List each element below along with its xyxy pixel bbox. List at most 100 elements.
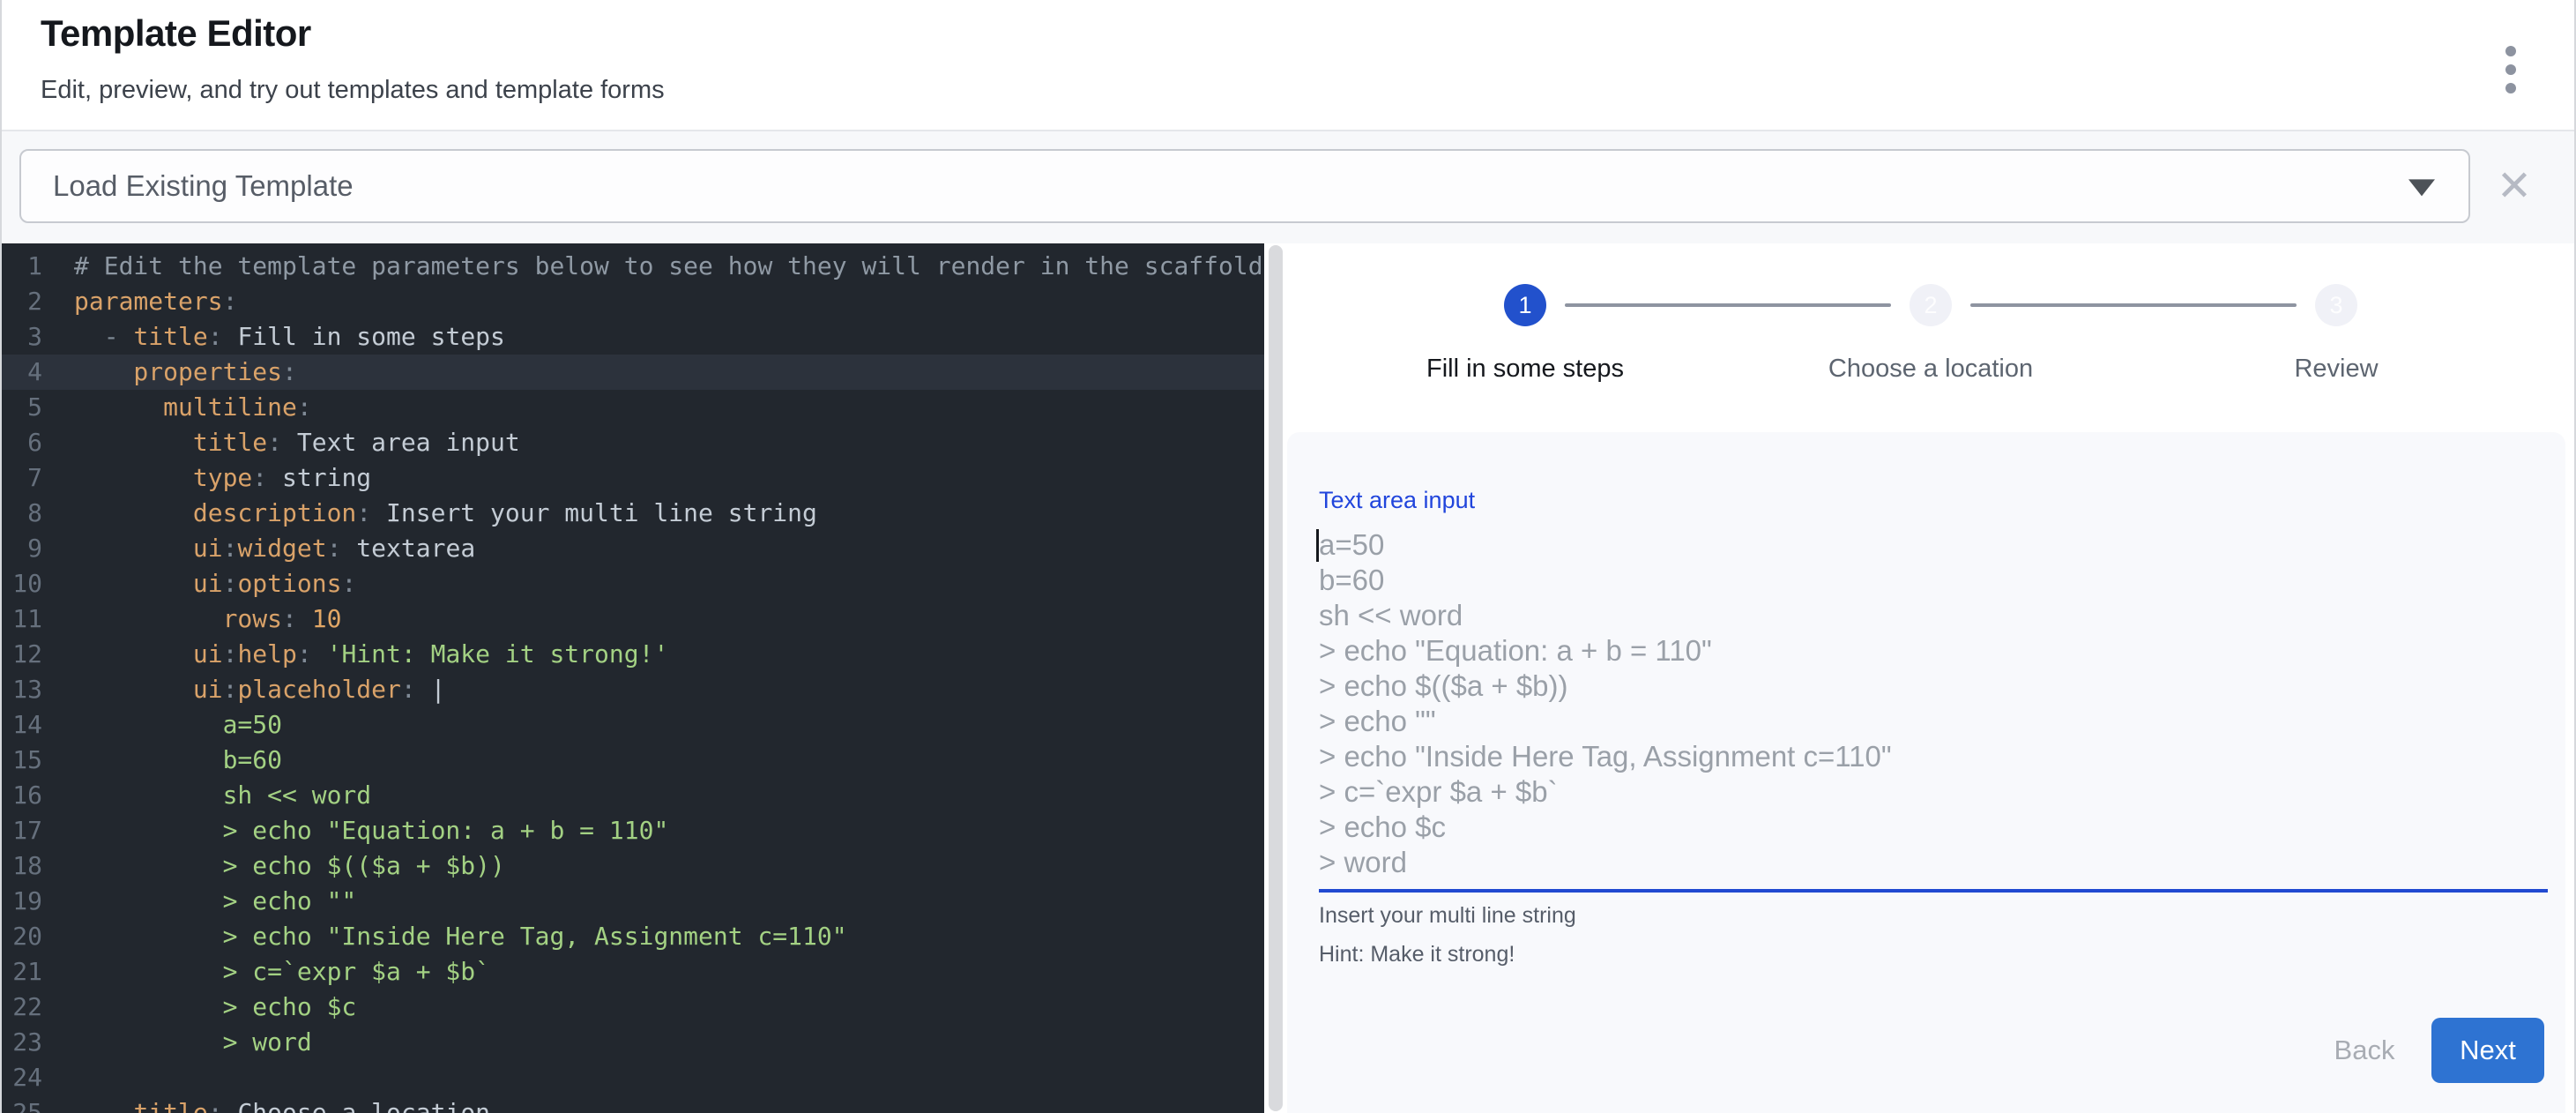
textarea-placeholder-line: > echo "Inside Here Tag, Assignment c=11… xyxy=(1319,739,2548,774)
text-cursor xyxy=(1316,529,1319,562)
line-number: 14 xyxy=(2,707,42,743)
code-line[interactable]: 24 xyxy=(2,1060,1264,1095)
code-text: > echo $(($a + $b)) xyxy=(74,851,505,880)
next-button[interactable]: Next xyxy=(2431,1018,2544,1083)
form-card: Text area input a=50b=60sh << word> echo… xyxy=(1287,432,2565,1113)
line-number: 3 xyxy=(2,319,42,355)
line-number: 21 xyxy=(2,954,42,990)
code-line[interactable]: 11 rows: 10 xyxy=(2,601,1264,637)
code-line[interactable]: 23 > word xyxy=(2,1025,1264,1060)
clear-x-icon: ✕ xyxy=(2497,161,2532,211)
line-number: 9 xyxy=(2,531,42,566)
code-line[interactable]: 18 > echo $(($a + $b)) xyxy=(2,848,1264,884)
code-line[interactable]: 13 ui:placeholder: | xyxy=(2,672,1264,707)
clear-template-button[interactable]: ✕ xyxy=(2490,149,2539,223)
code-text: > echo "" xyxy=(74,886,356,915)
step-label-3: Review xyxy=(2160,355,2513,384)
textarea-placeholder-line: > echo $(($a + $b)) xyxy=(1319,669,2548,704)
step-number: 1 xyxy=(1518,292,1531,319)
line-number: 15 xyxy=(2,743,42,778)
code-line[interactable]: 7 type: string xyxy=(2,460,1264,496)
code-line[interactable]: 5 multiline: xyxy=(2,390,1264,425)
step-label-2: Choose a location xyxy=(1754,355,2107,384)
code-line[interactable]: 9 ui:widget: textarea xyxy=(2,531,1264,566)
line-number: 25 xyxy=(2,1095,42,1113)
textarea-placeholder-line: > echo $c xyxy=(1319,810,2548,845)
page-header: Template Editor Edit, preview, and try o… xyxy=(2,0,2574,130)
code-line[interactable]: 10 ui:options: xyxy=(2,566,1264,601)
line-number: 6 xyxy=(2,425,42,460)
line-number: 2 xyxy=(2,284,42,319)
multiline-textarea[interactable]: a=50b=60sh << word> echo "Equation: a + … xyxy=(1319,527,2548,880)
code-text: multiline: xyxy=(74,392,312,422)
back-button[interactable]: Back xyxy=(2320,1018,2408,1083)
code-line[interactable]: 21 > c=`expr $a + $b` xyxy=(2,954,1264,990)
code-line[interactable]: 12 ui:help: 'Hint: Make it strong!' xyxy=(2,637,1264,672)
code-text: > echo "Inside Here Tag, Assignment c=11… xyxy=(74,922,847,951)
more-vertical-icon[interactable] xyxy=(2493,37,2528,102)
line-number: 23 xyxy=(2,1025,42,1060)
code-text: type: string xyxy=(74,463,371,492)
step-number: 2 xyxy=(1924,292,1937,319)
textarea-placeholder-line: b=60 xyxy=(1319,563,2548,598)
line-number: 4 xyxy=(2,355,42,390)
stepper-connector xyxy=(1565,303,1891,307)
textarea-placeholder-line: sh << word xyxy=(1319,598,2548,633)
line-number: 24 xyxy=(2,1060,42,1095)
stepper-connector xyxy=(1970,303,2297,307)
load-template-select[interactable]: Load Existing Template xyxy=(19,149,2470,223)
step-circle-3[interactable]: 3 xyxy=(2315,284,2357,326)
line-number: 1 xyxy=(2,249,42,284)
code-line[interactable]: 15 b=60 xyxy=(2,743,1264,778)
code-text: description: Insert your multi line stri… xyxy=(74,498,817,527)
field-hint: Hint: Make it strong! xyxy=(1319,942,1515,967)
code-line[interactable]: 4 properties: xyxy=(2,355,1264,390)
line-number: 10 xyxy=(2,566,42,601)
code-line[interactable]: 22 > echo $c xyxy=(2,990,1264,1025)
step-number: 3 xyxy=(2329,292,2342,319)
load-template-placeholder: Load Existing Template xyxy=(53,169,354,203)
code-line[interactable]: 1 # Edit the template parameters below to… xyxy=(2,249,1264,284)
editor-scrollbar[interactable] xyxy=(1269,245,1283,1111)
textarea-placeholder-line: a=50 xyxy=(1319,527,2548,563)
code-line[interactable]: 3 - title: Fill in some steps xyxy=(2,319,1264,355)
code-line[interactable]: 17 > echo "Equation: a + b = 110" xyxy=(2,813,1264,848)
code-text: > word xyxy=(74,1027,312,1057)
preview-panel: 1 2 3 Fill in some steps Choose a locati… xyxy=(1284,243,2576,1113)
line-number: 5 xyxy=(2,390,42,425)
code-text: sh << word xyxy=(74,781,371,810)
line-number: 7 xyxy=(2,460,42,496)
line-number: 12 xyxy=(2,637,42,672)
line-number: 18 xyxy=(2,848,42,884)
code-text: # Edit the template parameters below to … xyxy=(74,251,1263,280)
code-text: rows: 10 xyxy=(74,604,341,633)
code-text: properties: xyxy=(74,357,297,386)
textarea-focus-underline xyxy=(1319,889,2548,893)
code-line[interactable]: 2 parameters: xyxy=(2,284,1264,319)
textarea-placeholder-line: > c=`expr $a + $b` xyxy=(1319,774,2548,810)
code-text: a=50 xyxy=(74,710,282,739)
code-text: parameters: xyxy=(74,287,237,316)
code-line[interactable]: 25 - title: Choose a location xyxy=(2,1095,1264,1113)
code-line[interactable]: 14 a=50 xyxy=(2,707,1264,743)
yaml-code-editor[interactable]: 1 # Edit the template parameters below to… xyxy=(2,243,1264,1113)
line-number: 8 xyxy=(2,496,42,531)
step-circle-1[interactable]: 1 xyxy=(1504,284,1546,326)
code-text: ui:widget: textarea xyxy=(74,534,475,563)
line-number: 13 xyxy=(2,672,42,707)
textarea-field-label: Text area input xyxy=(1319,487,1475,514)
field-description: Insert your multi line string xyxy=(1319,903,1576,929)
step-circle-2[interactable]: 2 xyxy=(1910,284,1952,326)
page-title: Template Editor xyxy=(41,12,311,55)
code-line[interactable]: 8 description: Insert your multi line st… xyxy=(2,496,1264,531)
code-lines: 1 # Edit the template parameters below to… xyxy=(2,249,1264,1113)
template-editor-page: Template Editor Edit, preview, and try o… xyxy=(0,0,2576,1113)
code-line[interactable]: 19 > echo "" xyxy=(2,884,1264,919)
code-text: b=60 xyxy=(74,745,282,774)
code-line[interactable]: 20 > echo "Inside Here Tag, Assignment c… xyxy=(2,919,1264,954)
code-text: ui:help: 'Hint: Make it strong!' xyxy=(74,639,668,669)
code-line[interactable]: 6 title: Text area input xyxy=(2,425,1264,460)
code-line[interactable]: 16 sh << word xyxy=(2,778,1264,813)
textarea-placeholder-line: > word xyxy=(1319,845,2548,880)
line-number: 19 xyxy=(2,884,42,919)
